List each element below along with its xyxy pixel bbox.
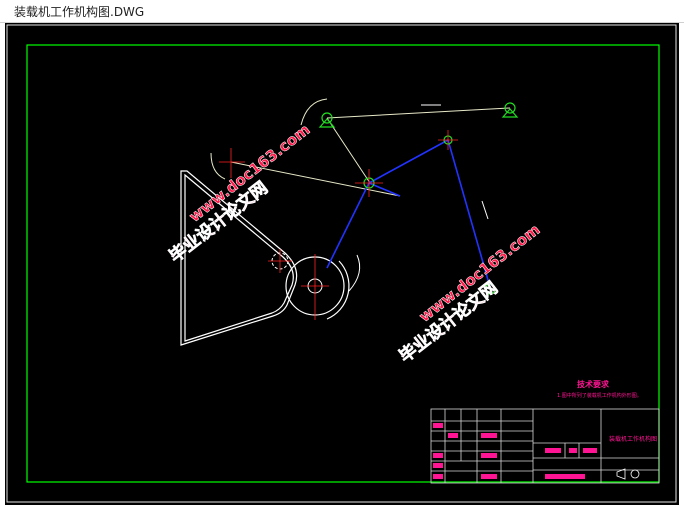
- window-title: 装载机工作机构图.DWG: [14, 5, 145, 19]
- watermark-1: 毕业设计论文网 www.doc163.com: [165, 120, 314, 267]
- window-titlebar: 装载机工作机构图.DWG: [0, 0, 684, 23]
- tech-requirements-heading: 技术要求: [577, 379, 610, 389]
- boom-links: [326, 139, 491, 288]
- drawing-border: [26, 44, 660, 483]
- drawing-svg: 毕业设计论文网 www.doc163.com 毕业设计论文网 www.doc16…: [6, 24, 677, 503]
- motion-arrows: [348, 104, 489, 292]
- watermark-2: 毕业设计论文网 www.doc163.com: [395, 220, 544, 367]
- title-block-drawing-name: 装载机工作机构图: [609, 435, 657, 443]
- projection-symbol: [616, 468, 640, 480]
- cad-drawing-canvas[interactable]: 毕业设计论文网 www.doc163.com 毕业设计论文网 www.doc16…: [5, 23, 679, 505]
- tech-requirements-line: 1.图中所列了装载机工作机构外形图。: [557, 392, 642, 399]
